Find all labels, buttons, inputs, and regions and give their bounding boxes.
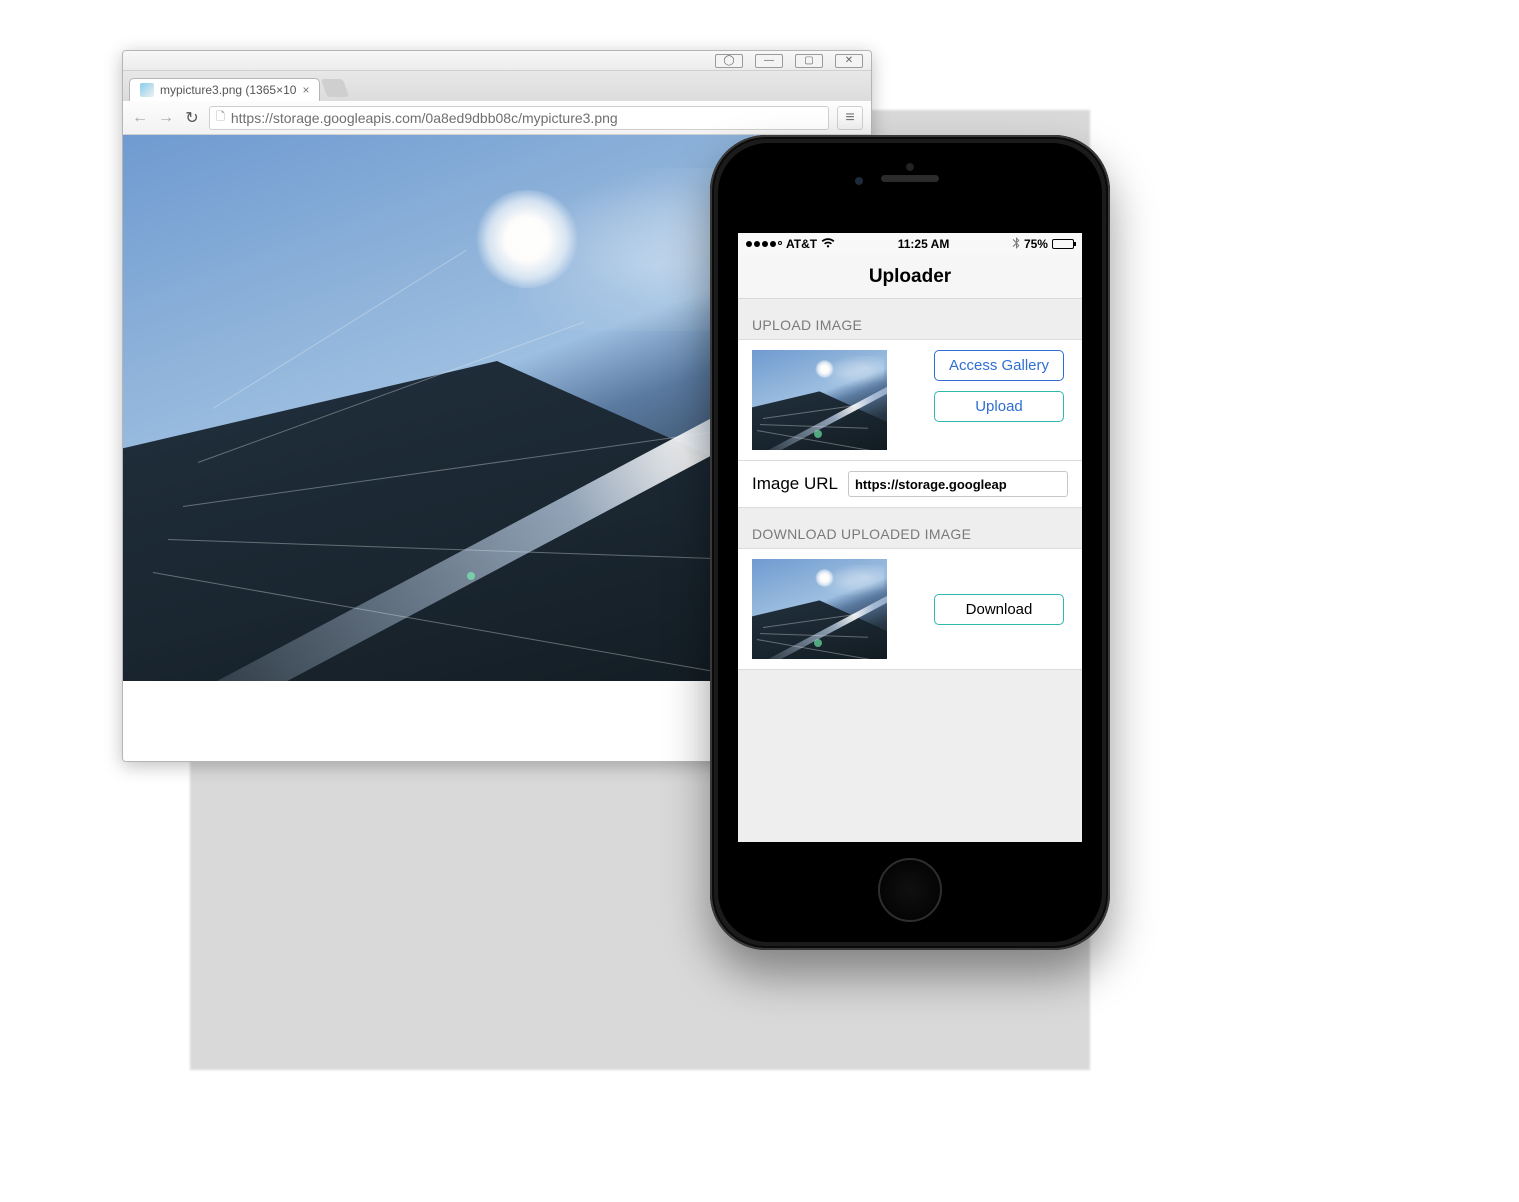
image-url-input[interactable] [848,471,1068,497]
phone-device: AT&T 11:25 AM 75% Uploader UPLOAD IMAGE [710,135,1110,950]
new-tab-button[interactable] [321,79,350,97]
bluetooth-icon [1012,237,1020,252]
minimize-button[interactable]: — [755,54,783,68]
carrier-label: AT&T [786,237,817,251]
download-thumbnail [752,559,887,659]
favicon-icon [140,83,154,97]
download-button[interactable]: Download [934,594,1064,625]
phone-speaker-icon [881,175,939,182]
address-bar[interactable]: 🗋 https://storage.googleapis.com/0a8ed9d… [209,106,829,130]
upload-panel: Access Gallery Upload [738,339,1082,461]
nav-title: Uploader [738,255,1082,299]
image-url-row: Image URL [738,461,1082,508]
url-text: https://storage.googleapis.com/0a8ed9dbb… [231,110,618,126]
menu-button[interactable]: ≡ [837,106,863,130]
tab-strip: mypicture3.png (1365×10 × [123,71,871,101]
back-button[interactable]: ← [131,109,149,127]
user-icon[interactable]: ◯ [715,54,743,68]
download-panel: Download [738,548,1082,670]
page-icon: 🗋 [216,108,225,127]
tab-close-icon[interactable]: × [302,83,309,97]
url-bar: ← → ↻ 🗋 https://storage.googleapis.com/0… [123,101,871,135]
access-gallery-button[interactable]: Access Gallery [934,350,1064,381]
maximize-button[interactable]: ▢ [795,54,823,68]
tab-title: mypicture3.png (1365×10 [160,83,296,97]
wifi-icon [821,237,835,251]
reload-button[interactable]: ↻ [183,108,201,128]
phone-camera-icon [906,163,914,171]
signal-icon [746,241,782,247]
battery-label: 75% [1024,237,1048,251]
upload-section-header: UPLOAD IMAGE [738,299,1082,339]
status-time: 11:25 AM [898,237,950,251]
phone-screen: AT&T 11:25 AM 75% Uploader UPLOAD IMAGE [738,233,1082,842]
phone-sensor-icon [855,177,863,185]
upload-button[interactable]: Upload [934,391,1064,422]
close-button[interactable]: ✕ [835,54,863,68]
download-section-header: DOWNLOAD UPLOADED IMAGE [738,508,1082,548]
image-url-label: Image URL [752,474,838,494]
upload-thumbnail [752,350,887,450]
battery-icon [1052,239,1074,249]
status-bar: AT&T 11:25 AM 75% [738,233,1082,255]
home-button[interactable] [878,858,942,922]
browser-tab[interactable]: mypicture3.png (1365×10 × [129,78,320,101]
forward-button[interactable]: → [157,109,175,127]
window-controls: ◯ — ▢ ✕ [123,51,871,71]
